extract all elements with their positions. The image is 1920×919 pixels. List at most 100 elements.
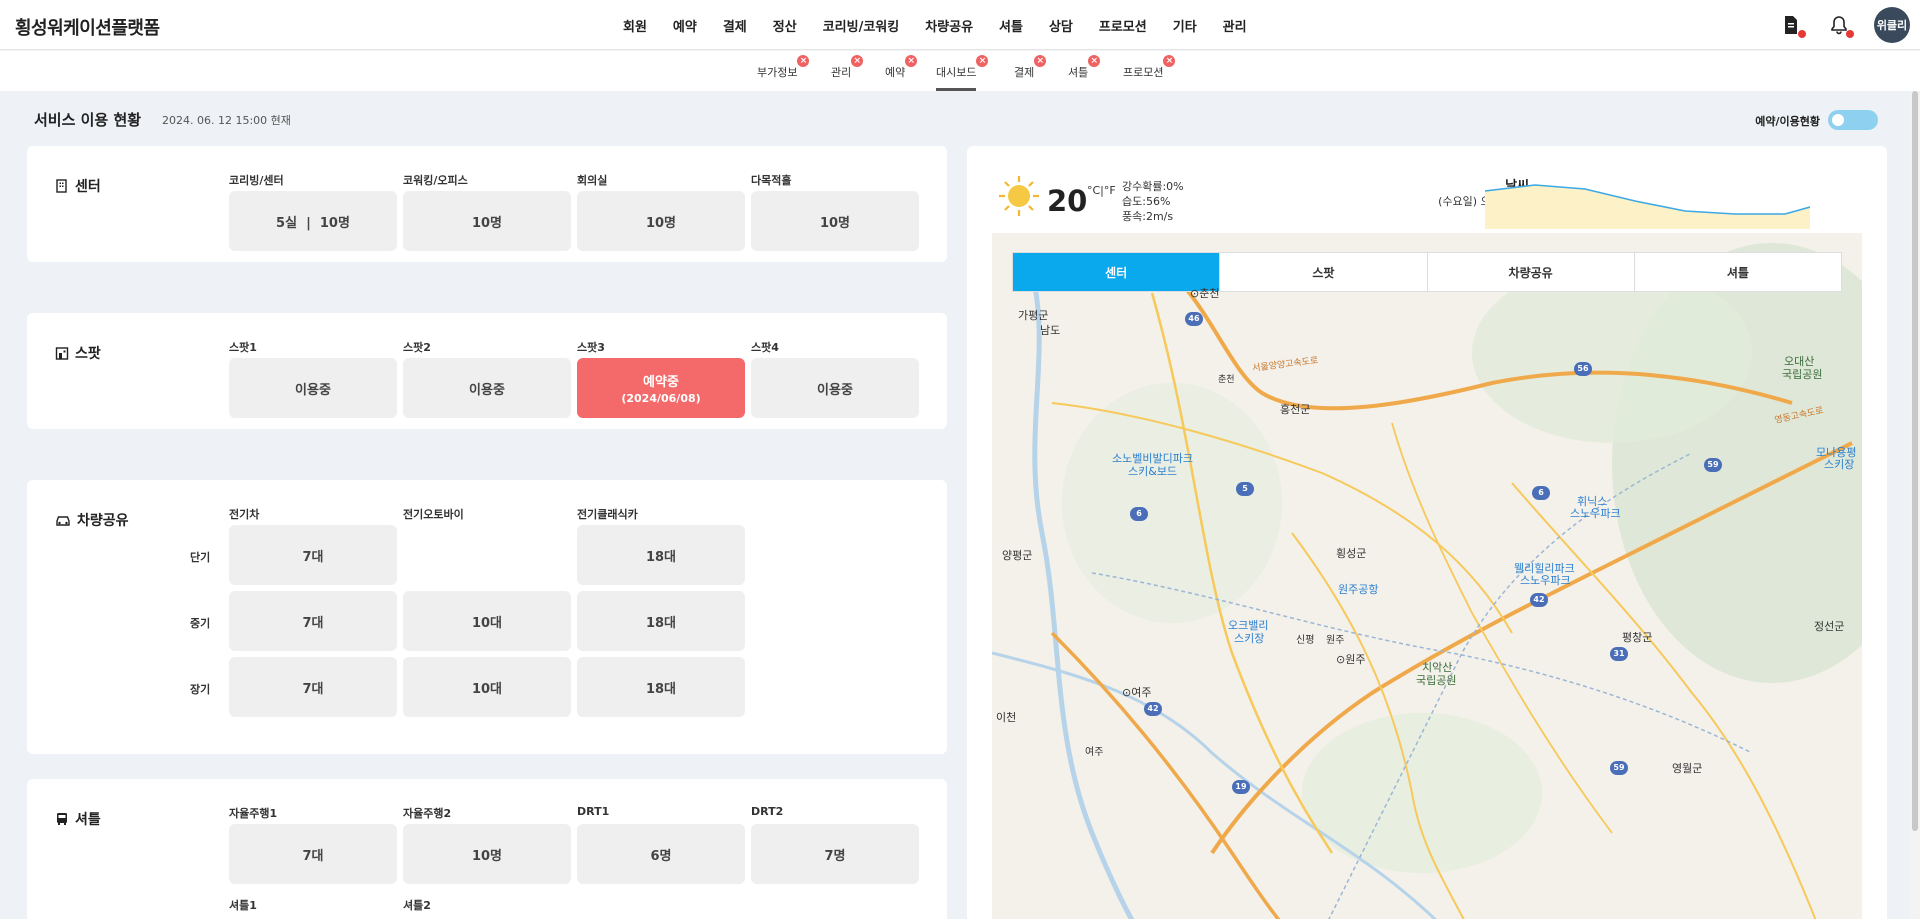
map-label: 이천 [996,711,1017,724]
close-icon[interactable]: × [797,55,810,67]
column-label: 전기클래식카 [577,508,638,521]
view-toggle[interactable] [1828,110,1878,130]
map-label: 원주 [1326,635,1345,646]
route-shield: 56 [1574,362,1592,376]
stat-box[interactable]: 7대 [229,824,397,884]
nav-item-promotion[interactable]: 프로모션 [1086,16,1160,35]
tab-promotion[interactable]: 프로모션 × [1123,55,1176,91]
tab-dashboard[interactable]: 대시보드 × [936,55,989,91]
map-label: ⊙여주 [1122,686,1152,699]
map-tab-carshare[interactable]: 차량공유 [1428,253,1635,291]
nav-item-carshare[interactable]: 차량공유 [912,16,986,35]
map-label: 신평 [1296,635,1315,646]
stat-box[interactable]: 10명 [751,191,919,251]
nav-item-settlement[interactable]: 정산 [760,16,810,35]
bell-icon[interactable] [1826,12,1854,38]
nav-item-coliving[interactable]: 코리빙/코워킹 [810,16,913,35]
close-icon[interactable]: × [905,55,918,67]
map-label: 정선군 [1814,620,1845,633]
map-tab-spot[interactable]: 스팟 [1220,253,1428,291]
stat-box[interactable]: 18대 [577,657,745,717]
stat-box[interactable]: 18대 [577,591,745,651]
route-shield: 42 [1530,593,1548,607]
map-label: 영월군 [1672,762,1703,775]
car-icon [56,516,70,526]
stat-box[interactable]: 10대 [403,591,571,651]
close-icon[interactable]: × [1163,55,1176,67]
tab-payment[interactable]: 결제 × [1014,55,1047,91]
stat-box[interactable]: 10명 [577,191,745,251]
top-bar: 횡성워케이션플랫폼 회원 예약 결제 정산 코리빙/코워킹 차량공유 셔틀 상담… [0,0,1920,50]
route-shield: 46 [1185,312,1203,326]
row-label: 단기 [190,551,211,564]
close-icon[interactable]: × [1088,55,1101,67]
tab-extra-info[interactable]: 부가정보 × [757,55,810,91]
nav-item-etc[interactable]: 기타 [1160,16,1210,35]
stat-box[interactable]: 18대 [577,525,745,585]
column-label: 자율주행1 [229,807,278,820]
toggle-label: 예약/이용현황 [1755,115,1820,128]
nav-item-admin[interactable]: 관리 [1210,16,1260,35]
map-label: 여주 [1085,747,1104,758]
close-icon[interactable]: × [851,55,864,67]
avatar[interactable]: 위클리 [1874,7,1910,43]
reserved-box[interactable]: 예약중 (2024/06/08) [577,358,745,418]
route-shield: 31 [1610,647,1628,661]
header-icons: 위클리 [1778,7,1910,43]
stat-box[interactable]: 10명 [403,191,571,251]
content-area: 서비스 이용 현황 2024. 06. 12 15:00 현재 예약/이용현황 … [0,91,1920,919]
map[interactable]: 센터 스팟 차량공유 셔틀 ⊙춘천 가평군 남도 춘천 홍천군 소노벨비발디파크… [992,233,1862,919]
map-label: 스노우파크 [1520,574,1571,587]
nav-item-reservation[interactable]: 예약 [660,16,710,35]
tab-shuttle[interactable]: 셔틀 × [1068,55,1101,91]
scrollbar-thumb[interactable] [1912,91,1918,831]
stat-box[interactable]: 이용중 [751,358,919,418]
map-label: ⊙원주 [1336,653,1366,666]
map-label: 스키&보드 [1128,465,1178,478]
map-label: 홍천군 [1280,403,1311,416]
column-label: 코리빙/센터 [229,174,284,187]
column-label: 다목적홀 [751,174,792,187]
column-label: 셔틀1 [229,899,257,912]
stat-box[interactable]: 이용중 [229,358,397,418]
map-tab-shuttle[interactable]: 셔틀 [1635,253,1841,291]
tab-admin[interactable]: 관리 × [831,55,864,91]
nav-item-payment[interactable]: 결제 [710,16,760,35]
row-label: 중기 [190,617,211,630]
temperature-trend-chart [1485,184,1810,229]
close-icon[interactable]: × [1034,55,1047,67]
stat-box[interactable]: 6명 [577,824,745,884]
close-icon[interactable]: × [976,55,989,67]
column-label: 스팟1 [229,341,257,354]
temperature-unit[interactable]: °C|°F [1087,184,1116,197]
page-title: 서비스 이용 현황 [34,111,142,129]
column-label: DRT2 [751,805,784,818]
nav-item-shuttle[interactable]: 셔틀 [986,16,1036,35]
route-shield: 5 [1236,482,1254,496]
stat-box[interactable]: 7명 [751,824,919,884]
stat-box[interactable]: 7대 [229,657,397,717]
stat-box[interactable]: 이용중 [403,358,571,418]
card-title: 셔틀 [55,809,101,829]
map-category-tabs: 센터 스팟 차량공유 셔틀 [1012,252,1842,292]
map-label: 스노우파크 [1570,507,1621,520]
map-background [992,233,1862,919]
stat-box[interactable]: 10명 [403,824,571,884]
stat-box[interactable]: 10대 [403,657,571,717]
column-label: 회의실 [577,174,608,187]
toggle-knob [1832,114,1844,126]
stat-box[interactable]: 7대 [229,591,397,651]
tab-reservation[interactable]: 예약 × [885,55,918,91]
map-label: 스키장 [1824,458,1855,471]
map-label: 춘천 [1218,375,1235,385]
route-shield: 59 [1704,458,1722,472]
stat-box[interactable]: 7대 [229,525,397,585]
app-logo[interactable]: 횡성워케이션플랫폼 [15,14,160,40]
nav-item-consult[interactable]: 상담 [1036,16,1086,35]
document-icon[interactable] [1778,12,1806,38]
nav-item-member[interactable]: 회원 [610,16,660,35]
store-icon [55,347,69,360]
page-scrollbar[interactable] [1910,91,1920,919]
stat-box[interactable]: 5실 | 10명 [229,191,397,251]
column-label: 스팟4 [751,341,779,354]
